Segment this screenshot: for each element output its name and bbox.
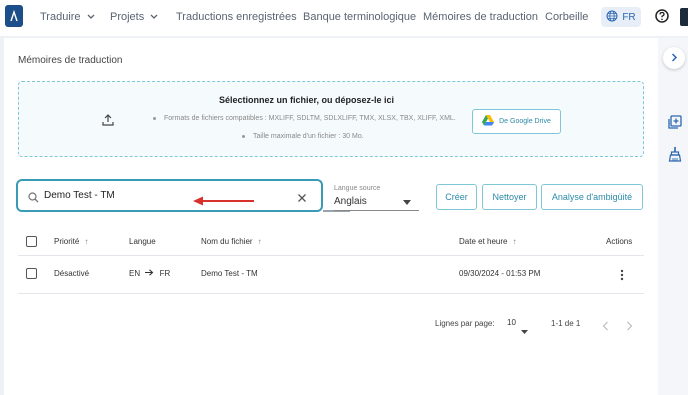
select-all-checkbox[interactable] <box>26 236 37 247</box>
upload-icon <box>102 113 114 131</box>
language-label: FR <box>622 11 636 23</box>
column-header-priority[interactable]: Priorité ↑ <box>54 237 88 246</box>
create-button[interactable]: Créer <box>436 184 477 210</box>
add-box-icon[interactable] <box>668 115 682 134</box>
main-content: Mémoires de traduction Sélectionnez un f… <box>4 38 658 395</box>
row-checkbox[interactable] <box>26 268 37 279</box>
dropzone-title: Sélectionnez un fichier, ou déposez-le i… <box>219 95 395 105</box>
nav-term-bank[interactable]: Banque terminologique <box>303 0 416 34</box>
select-underline <box>334 210 419 211</box>
column-header-datetime[interactable]: Date et heure ↑ <box>459 237 516 246</box>
chevron-right-icon[interactable] <box>626 318 633 336</box>
row-source-lang: EN <box>129 269 141 278</box>
table-header-divider <box>18 255 644 256</box>
row-datetime: 09/30/2024 - 01:53 PM <box>459 269 541 278</box>
logo-icon[interactable] <box>5 5 23 27</box>
dropzone-max-size: Taille maximale d'un fichier : 30 Mo. <box>242 133 364 140</box>
column-header-filename-label: Nom du fichier <box>201 237 253 246</box>
chevron-down-icon[interactable] <box>521 321 528 339</box>
file-dropzone[interactable]: Sélectionnez un fichier, ou déposez-le i… <box>18 81 644 157</box>
column-header-priority-label: Priorité <box>54 237 80 246</box>
nav-translation-memories[interactable]: Mémoires de traduction <box>423 0 538 34</box>
help-icon[interactable] <box>655 9 669 28</box>
close-icon[interactable] <box>297 190 307 208</box>
avatar[interactable] <box>680 8 688 26</box>
clean-button[interactable]: Nettoyer <box>482 184 537 210</box>
nav-translate[interactable]: Traduire <box>40 0 95 34</box>
source-language-value: Anglais <box>334 196 367 207</box>
chevron-right-icon <box>671 49 678 67</box>
google-drive-button[interactable]: De Google Drive <box>472 109 561 134</box>
pagination-range: 1-1 de 1 <box>551 319 581 328</box>
arrow-up-icon: ↑ <box>257 237 262 246</box>
google-drive-label: De Google Drive <box>499 118 551 125</box>
ambiguity-analysis-button[interactable]: Analyse d'ambigüité <box>541 184 643 210</box>
search-icon <box>28 190 39 208</box>
top-navbar: Traduire Projets Traductions enregistrée… <box>0 0 688 36</box>
arrow-up-icon: ↑ <box>512 237 517 246</box>
nav-saved-translations[interactable]: Traductions enregistrées <box>176 0 297 34</box>
nav-trash[interactable]: Corbeille <box>545 0 588 34</box>
right-side-panel <box>658 38 688 395</box>
chevron-down-icon <box>87 11 95 23</box>
source-language-label: Langue source <box>334 185 381 192</box>
dropzone-max-size-text: Taille maximale d'un fichier : 30 Mo. <box>253 133 364 140</box>
row-target-lang: FR <box>159 269 171 278</box>
nav-projects-label: Projets <box>110 11 145 23</box>
column-header-datetime-label: Date et heure <box>459 237 508 246</box>
table-row-divider <box>18 293 644 294</box>
column-header-actions: Actions <box>606 237 633 246</box>
language-switcher[interactable]: FR <box>601 7 641 27</box>
dropzone-formats: Formats de fichiers compatibles : MXLIFF… <box>153 115 456 122</box>
row-priority[interactable]: Désactivé <box>54 269 89 278</box>
search-field[interactable]: Demo Test - TM <box>16 179 323 212</box>
chevron-left-icon[interactable] <box>602 318 609 336</box>
column-header-language: Langue <box>129 237 156 246</box>
more-vert-icon[interactable] <box>620 268 624 286</box>
cleaning-brush-icon[interactable] <box>668 146 682 167</box>
dropzone-formats-text: Formats de fichiers compatibles : MXLIFF… <box>164 115 456 122</box>
annotation-arrow <box>193 193 255 211</box>
expand-panel-button[interactable] <box>663 47 685 69</box>
nav-translate-label: Traduire <box>40 11 81 23</box>
rows-per-page-label: Lignes par page: <box>435 319 495 328</box>
search-input[interactable]: Demo Test - TM <box>44 190 115 201</box>
globe-icon <box>606 10 618 25</box>
arrow-right-icon <box>145 269 156 278</box>
arrow-up-icon: ↑ <box>84 237 89 246</box>
row-filename[interactable]: Demo Test - TM <box>201 269 258 278</box>
rows-per-page-select[interactable]: 10 <box>507 318 516 327</box>
source-language-select[interactable]: Langue source Anglais <box>334 183 419 211</box>
nav-projects[interactable]: Projets <box>110 0 158 34</box>
chevron-down-icon <box>150 11 158 23</box>
page-title: Mémoires de traduction <box>18 55 123 66</box>
bullet-icon <box>242 134 245 138</box>
column-header-filename[interactable]: Nom du fichier ↑ <box>201 237 262 246</box>
row-language-pair: EN FR <box>129 269 170 278</box>
google-drive-icon <box>482 115 495 128</box>
bullet-icon <box>153 116 156 120</box>
chevron-down-icon <box>403 192 411 210</box>
